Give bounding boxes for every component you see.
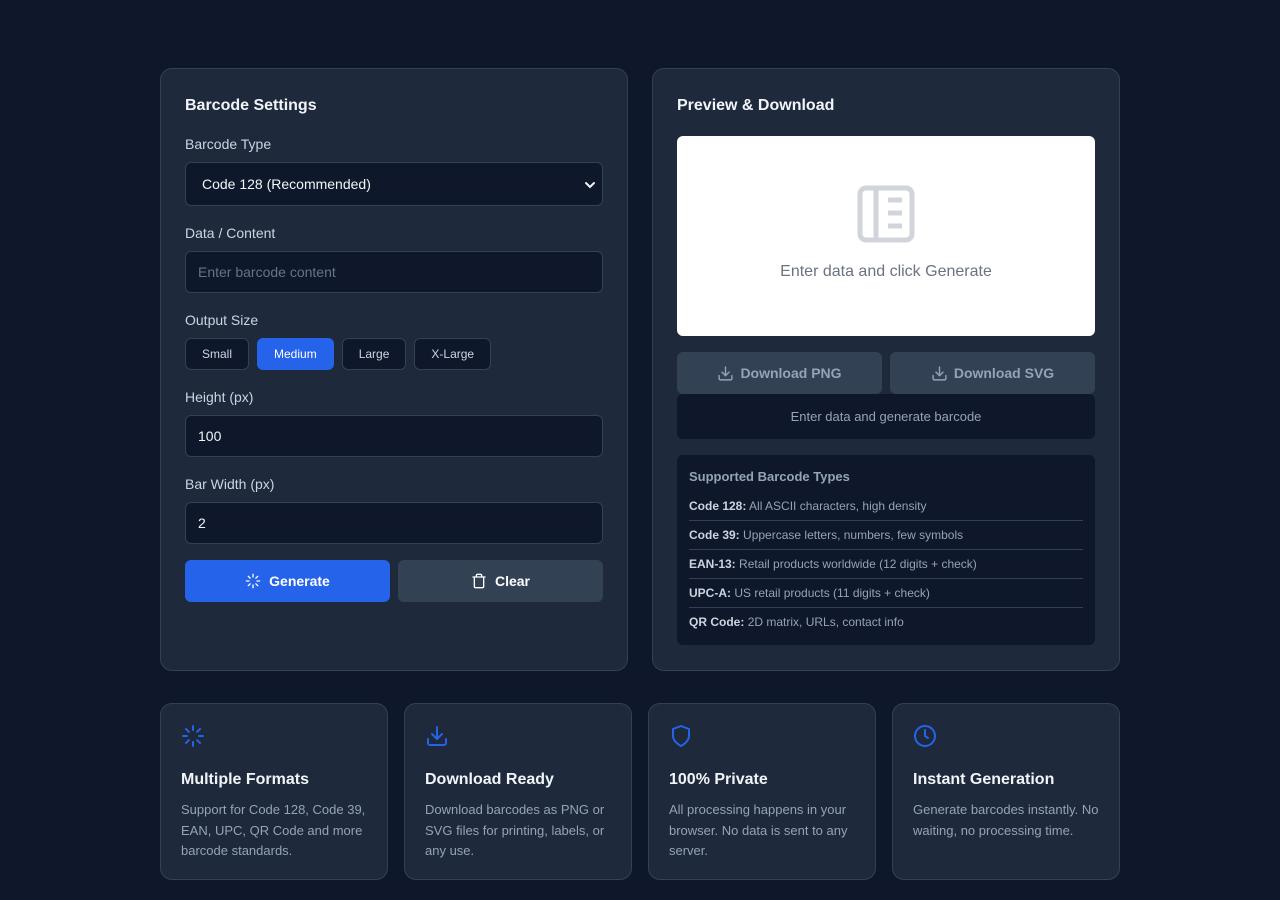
list-item: Code 128: All ASCII characters, high den… (689, 492, 1083, 521)
loader-icon (182, 725, 204, 747)
list-item: Code 39: Uppercase letters, numbers, few… (689, 521, 1083, 550)
bar-width-label: Bar Width (px) (185, 476, 275, 492)
clear-label: Clear (494, 573, 531, 589)
barcode-placeholder-icon (857, 185, 915, 243)
chevron-down-icon (585, 182, 595, 189)
size-button-medium[interactable]: Medium (257, 338, 334, 370)
status-message: Enter data and generate barcode (677, 394, 1095, 439)
download-icon (427, 726, 447, 746)
barcode-type-select[interactable]: Code 128 (Recommended) (185, 162, 603, 206)
shield-icon (672, 725, 690, 747)
type-name: Code 128: (689, 499, 747, 513)
download-svg-label: Download SVG (953, 365, 1055, 381)
feature-description: Generate barcodes instantly. No waiting,… (913, 802, 1099, 838)
feature-card-private: 100% Private All processing happens in y… (648, 703, 876, 880)
type-desc: All ASCII characters, high density (749, 499, 927, 513)
size-button-large[interactable]: Large (341, 338, 407, 370)
feature-description: All processing happens in your browser. … (669, 802, 848, 858)
feature-title: Instant Generation (913, 771, 1055, 788)
data-content-input[interactable]: Enter barcode content (185, 251, 603, 293)
preview-empty-text: Enter data and click Generate (780, 263, 992, 280)
action-buttons: Generate Clear (185, 560, 603, 602)
trash-icon (472, 573, 486, 589)
feature-card-instant: Instant Generation Generate barcodes ins… (892, 703, 1120, 880)
size-button-small[interactable]: Small (185, 338, 250, 370)
height-label: Height (px) (185, 389, 254, 405)
generate-button[interactable]: Generate (185, 560, 390, 602)
height-input[interactable]: 100 (185, 415, 603, 457)
list-item: QR Code: 2D matrix, URLs, contact info (689, 608, 1083, 636)
barcode-type-label: Barcode Type (185, 136, 272, 152)
output-size-label: Output Size (185, 312, 259, 328)
type-name: Code 39: (689, 528, 740, 542)
download-svg-button[interactable]: Download SVG (890, 352, 1095, 394)
clear-button[interactable]: Clear (398, 560, 603, 602)
feature-description: Download barcodes as PNG or SVG files fo… (425, 802, 605, 858)
loader-icon (245, 573, 261, 589)
type-name: QR Code: (689, 615, 745, 629)
feature-title: 100% Private (669, 771, 768, 788)
download-png-label: Download PNG (740, 365, 842, 381)
preview-title: Preview & Download (677, 97, 835, 114)
size-options: Small Medium Large X-Large (185, 338, 603, 370)
data-content-label: Data / Content (185, 225, 276, 241)
feature-title: Multiple Formats (181, 771, 310, 788)
supported-types-title: Supported Barcode Types (689, 469, 850, 484)
settings-panel: Barcode Settings Barcode Type Code 128 (… (160, 68, 628, 671)
generate-label: Generate (269, 573, 330, 589)
feature-title: Download Ready (425, 771, 554, 788)
settings-title: Barcode Settings (185, 97, 317, 114)
type-desc: Retail products worldwide (12 digits + c… (739, 557, 977, 571)
type-name: EAN-13: (689, 557, 736, 571)
type-desc: 2D matrix, URLs, contact info (747, 615, 904, 629)
feature-description: Support for Code 128, Code 39, EAN, UPC,… (181, 802, 366, 858)
type-name: UPC-A: (689, 586, 731, 600)
bar-width-input[interactable]: 2 (185, 502, 603, 544)
list-item: UPC-A: US retail products (11 digits + c… (689, 579, 1083, 608)
barcode-preview: Enter data and click Generate (677, 136, 1095, 336)
type-desc: Uppercase letters, numbers, few symbols (743, 528, 964, 542)
feature-card-formats: Multiple Formats Support for Code 128, C… (160, 703, 388, 880)
download-icon (718, 365, 734, 381)
clock-icon (914, 725, 936, 747)
type-desc: US retail products (11 digits + check) (734, 586, 930, 600)
preview-panel: Preview & Download Enter data and click … (652, 68, 1120, 671)
download-icon (932, 365, 947, 381)
size-button-xlarge[interactable]: X-Large (414, 338, 492, 370)
feature-card-download: Download Ready Download barcodes as PNG … (404, 703, 632, 880)
list-item: EAN-13: Retail products worldwide (12 di… (689, 550, 1083, 579)
download-buttons: Download PNG Download SVG (677, 352, 1095, 394)
barcode-type-value: Code 128 (Recommended) (202, 176, 371, 192)
supported-types: Supported Barcode Types Code 128: All AS… (677, 455, 1095, 645)
download-png-button[interactable]: Download PNG (677, 352, 882, 394)
